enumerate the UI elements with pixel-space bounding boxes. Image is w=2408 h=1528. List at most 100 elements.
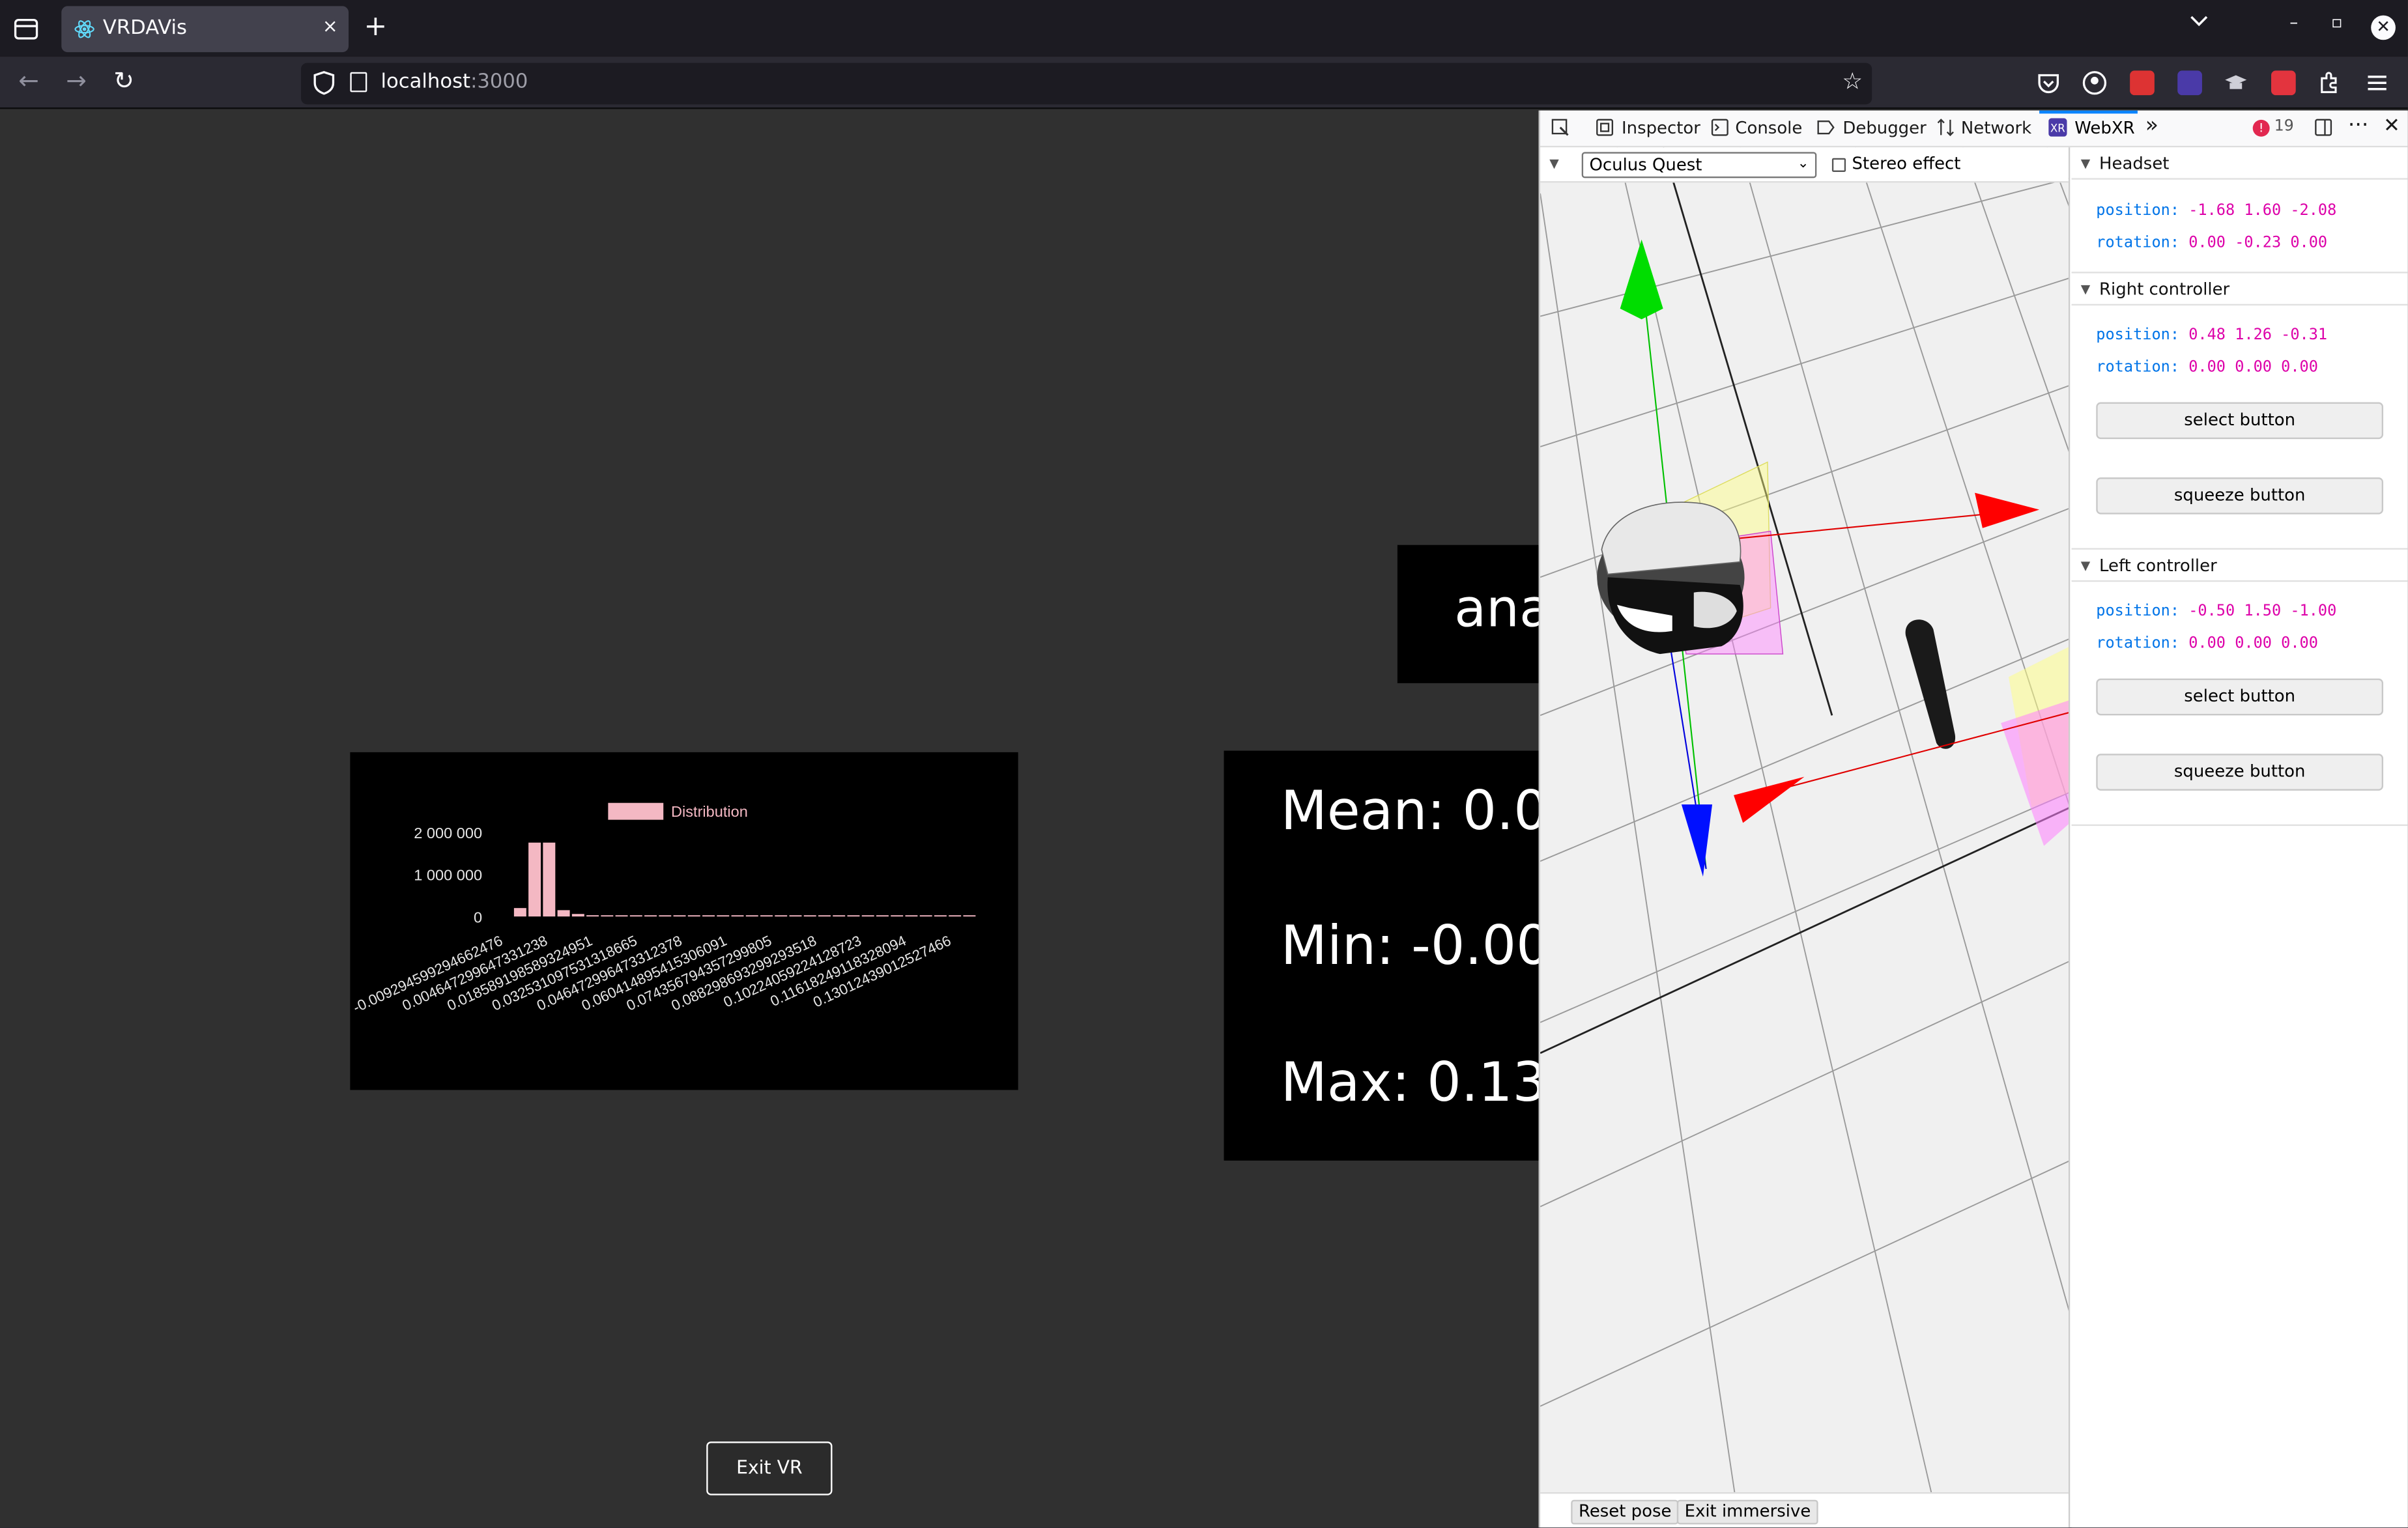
y-tick-label: 0 bbox=[474, 909, 482, 926]
histogram-bar bbox=[629, 915, 642, 917]
left-squeeze-button[interactable]: squeeze button bbox=[2096, 754, 2384, 791]
tab-vrdavis[interactable]: VRDAVis × bbox=[61, 6, 349, 53]
reload-icon[interactable]: ↻ bbox=[113, 66, 134, 95]
reset-pose-button[interactable]: Reset pose bbox=[1571, 1499, 1680, 1525]
headset-section-header[interactable]: ▼ Headset bbox=[2071, 147, 2408, 180]
graduation-cap-icon[interactable] bbox=[2224, 70, 2248, 95]
webxr-icon: XR bbox=[2048, 118, 2067, 137]
element-picker-icon[interactable] bbox=[1551, 118, 1570, 136]
console-icon bbox=[1711, 119, 1728, 136]
histogram-bar bbox=[571, 914, 584, 917]
histogram-bar bbox=[644, 915, 657, 917]
histogram-bar bbox=[833, 915, 846, 917]
histogram-bar bbox=[861, 915, 874, 917]
page-icon bbox=[350, 72, 367, 92]
close-devtools-icon[interactable]: ✕ bbox=[2383, 115, 2400, 138]
histogram-bar bbox=[803, 915, 816, 917]
minimize-icon[interactable]: – bbox=[2289, 12, 2298, 33]
histogram-bar bbox=[949, 915, 962, 917]
right-controller-position: position: 0.48 1.26 -0.31 bbox=[2096, 327, 2328, 344]
tab-title: VRDAVis bbox=[102, 16, 188, 40]
histogram-bar bbox=[615, 915, 628, 917]
webxr-scene-view[interactable]: ▼ Oculus Quest ⌄ Stereo effect Reset pos… bbox=[1540, 147, 2071, 1528]
left-controller-position: position: -0.50 1.50 -1.00 bbox=[2096, 603, 2337, 621]
histogram-bar bbox=[963, 915, 976, 917]
webxr-extension-icon[interactable] bbox=[2177, 70, 2202, 96]
headset-rotation: rotation: 0.00 -0.23 0.00 bbox=[2096, 234, 2328, 252]
device-select[interactable]: Oculus Quest ⌄ bbox=[1581, 152, 1817, 178]
histogram-bar bbox=[557, 910, 570, 917]
histogram-bar bbox=[934, 915, 947, 917]
page-viewport: Distribution 2 000 000 1 000 000 0 -0.009294… bbox=[0, 110, 1539, 1528]
tab-debugger[interactable]: Debugger bbox=[1842, 118, 1926, 138]
histogram-bar bbox=[775, 915, 788, 917]
left-select-button[interactable]: select button bbox=[2096, 678, 2384, 716]
exit-immersive-button[interactable]: Exit immersive bbox=[1676, 1499, 1819, 1525]
y-tick-label: 1 000 000 bbox=[414, 867, 482, 884]
inspector-icon bbox=[1596, 119, 1614, 136]
url-text: localhost:3000 bbox=[380, 70, 528, 94]
headset-position: position: -1.68 1.60 -2.08 bbox=[2096, 203, 2337, 220]
webxr-3d-scene[interactable] bbox=[1540, 147, 2070, 1528]
account-icon[interactable] bbox=[2082, 70, 2107, 95]
left-controller-section-header[interactable]: ▼ Left controller bbox=[2071, 550, 2408, 582]
histogram-bar bbox=[528, 842, 541, 917]
histogram-bar bbox=[760, 915, 773, 917]
analysis-title-panel: ana bbox=[1397, 545, 1539, 683]
close-window-icon[interactable]: ✕ bbox=[2371, 15, 2396, 40]
extensions-puzzle-icon[interactable] bbox=[2317, 70, 2342, 95]
tab-inspector[interactable]: Inspector bbox=[1622, 118, 1700, 138]
more-tabs-icon[interactable]: » bbox=[2145, 113, 2158, 138]
devtools-panel: Inspector Console Debugger Network XR We… bbox=[1538, 110, 2408, 1528]
scene-footer: Reset pose Exit immersive bbox=[1540, 1492, 2069, 1528]
tab-network[interactable]: Network bbox=[1961, 118, 2031, 138]
stat-max: Max: 0.13 bbox=[1280, 1053, 1539, 1115]
pocket-icon[interactable] bbox=[2036, 70, 2061, 95]
dock-side-icon[interactable] bbox=[2314, 118, 2332, 136]
back-icon[interactable]: ← bbox=[18, 66, 39, 95]
exit-vr-button[interactable]: Exit VR bbox=[706, 1441, 833, 1495]
analysis-title-text: ana bbox=[1454, 578, 1539, 640]
restore-icon[interactable]: ▫ bbox=[2331, 12, 2343, 33]
new-tab-button[interactable]: + bbox=[364, 10, 388, 42]
tab-console[interactable]: Console bbox=[1735, 118, 1802, 138]
y-tick-label: 2 000 000 bbox=[414, 825, 482, 842]
right-controller-rotation: rotation: 0.00 0.00 0.00 bbox=[2096, 359, 2318, 376]
nav-toolbar: ← → ↻ localhost:3000 ☆ bbox=[0, 57, 2408, 109]
collapse-triangle-icon[interactable]: ▼ bbox=[1549, 156, 1559, 170]
more-options-icon[interactable]: ··· bbox=[2348, 113, 2368, 138]
hamburger-menu-icon[interactable] bbox=[2365, 70, 2390, 95]
histogram-bar bbox=[702, 915, 715, 917]
right-select-button[interactable]: select button bbox=[2096, 402, 2384, 440]
bookmark-star-icon[interactable]: ☆ bbox=[1842, 68, 1863, 95]
error-badge-icon[interactable]: ! bbox=[2252, 119, 2270, 137]
collapse-triangle-icon: ▼ bbox=[2080, 282, 2091, 296]
active-tab-indicator bbox=[2039, 110, 2138, 114]
histogram-bar bbox=[905, 915, 918, 917]
forward-icon[interactable]: → bbox=[66, 66, 87, 95]
divider bbox=[2071, 824, 2408, 827]
shield-icon[interactable] bbox=[313, 70, 335, 95]
tab-webxr[interactable]: WebXR bbox=[2074, 118, 2134, 138]
chevron-down-icon[interactable] bbox=[2188, 14, 2210, 34]
tab-bar: VRDAVis × + – ▫ ✕ bbox=[0, 0, 2408, 57]
histogram-chart: Distribution2 000 0001 000 0000-0.009294… bbox=[351, 802, 976, 1016]
react-icon bbox=[74, 20, 94, 38]
right-squeeze-button[interactable]: squeeze button bbox=[2096, 477, 2384, 515]
extension-icon[interactable] bbox=[2271, 70, 2296, 96]
device-controls-sidebar: ▼ Headset position: -1.68 1.60 -2.08 rot… bbox=[2071, 147, 2408, 1528]
scene-toolbar: ▼ Oculus Quest ⌄ Stereo effect bbox=[1540, 147, 2069, 183]
histogram-bar bbox=[659, 915, 672, 917]
histogram-bar bbox=[847, 915, 860, 917]
list-all-tabs-icon[interactable] bbox=[9, 12, 43, 46]
histogram-bar bbox=[673, 915, 686, 917]
right-controller-section-header[interactable]: ▼ Right controller bbox=[2071, 274, 2408, 306]
collapse-triangle-icon: ▼ bbox=[2080, 156, 2091, 171]
legend-swatch bbox=[608, 802, 664, 820]
debugger-icon bbox=[1817, 120, 1835, 135]
url-bar[interactable]: localhost:3000 ☆ bbox=[300, 63, 1872, 105]
extension-red-icon[interactable] bbox=[2130, 70, 2155, 96]
histogram-bar bbox=[717, 915, 730, 917]
stereo-effect-checkbox[interactable] bbox=[1831, 158, 1846, 172]
tab-close-icon[interactable]: × bbox=[322, 16, 338, 37]
